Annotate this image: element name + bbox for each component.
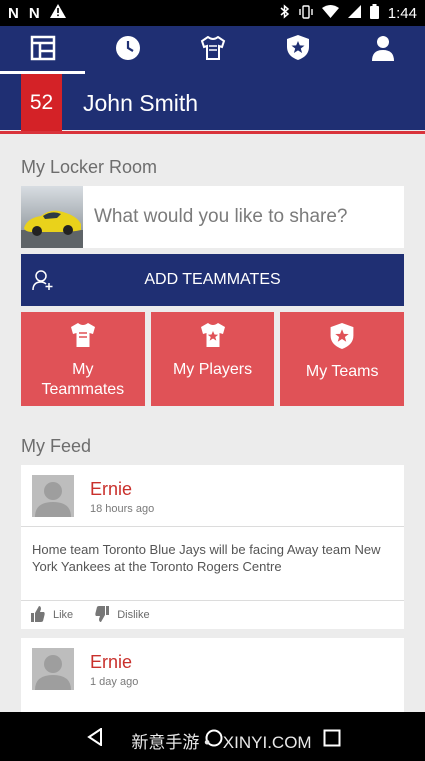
locker-tiles: My Teammates My Players My Teams [21,312,405,406]
tab-teams[interactable] [255,26,340,74]
share-input[interactable]: What would you like to share? [94,206,347,228]
feed-post: Ernie 1 day ago [21,638,404,712]
clock-icon [115,35,141,66]
like-button[interactable]: Like [31,605,74,625]
post-author[interactable]: Ernie [90,652,132,673]
thumbs-down-icon [95,605,110,625]
post-header: Ernie 18 hours ago [21,465,404,527]
jersey-number-badge: 52 [21,74,62,132]
my-teammates-tile[interactable]: My Teammates [21,312,145,406]
notification-icon: N [8,4,19,22]
warning-icon [49,4,66,22]
jersey-star-icon [199,322,227,354]
signal-icon [347,5,361,21]
profile-name: John Smith [83,90,199,116]
avatar[interactable] [32,475,74,517]
post-header: Ernie 1 day ago [21,638,404,700]
dislike-label: Dislike [117,609,150,621]
watermark: 新意手游 • XINYI.COM [131,733,312,752]
dislike-button[interactable]: Dislike [95,605,150,625]
clock-time: 1:44 [387,4,417,22]
top-navigation [0,26,425,74]
post-time: 18 hours ago [90,503,155,515]
bluetooth-icon [280,4,290,22]
tab-profile[interactable] [340,26,425,74]
add-teammates-label: ADD TEAMMATES [144,271,281,288]
vibrate-icon [299,4,313,22]
notification-icon: N [28,4,40,22]
car-thumbnail [21,186,83,248]
status-bar: N N 1:44 [0,0,425,26]
system-nav-bar: 新意手游 • XINYI.COM [0,712,425,761]
add-person-icon [32,269,54,296]
battery-icon [369,4,379,22]
shield-star-icon [329,322,355,356]
header-divider [0,131,425,134]
my-teams-tile[interactable]: My Teams [280,312,405,406]
jersey-icon [200,35,226,65]
person-icon [371,35,395,66]
like-label: Like [53,609,74,621]
profile-header: 52 John Smith [0,74,425,134]
thumbs-up-icon [31,605,45,625]
post-text: Home team Toronto Blue Jays will be faci… [21,527,404,601]
dashboard-icon [30,35,56,66]
tab-jerseys[interactable] [170,26,255,74]
my-teams-label: My Teams [305,363,379,380]
share-box[interactable]: What would you like to share? [21,186,404,248]
my-teammates-label: My Teammates [41,361,125,398]
post-actions: Like Dislike [21,601,404,629]
wifi-icon [321,5,339,21]
my-players-tile[interactable]: My Players [150,312,275,406]
tab-history[interactable] [85,26,170,74]
post-author[interactable]: Ernie [90,479,132,500]
tab-dashboard[interactable] [0,26,85,74]
feed-title: My Feed [21,436,92,456]
add-teammates-button[interactable]: ADD TEAMMATES [21,254,404,306]
locker-room-title: My Locker Room [21,157,158,177]
my-players-label: My Players [172,361,253,378]
feed-post: Ernie 18 hours ago Home team Toronto Blu… [21,465,404,629]
avatar[interactable] [32,648,74,690]
jersey-icon [69,322,97,354]
post-time: 1 day ago [90,676,139,688]
shield-star-icon [286,34,310,66]
